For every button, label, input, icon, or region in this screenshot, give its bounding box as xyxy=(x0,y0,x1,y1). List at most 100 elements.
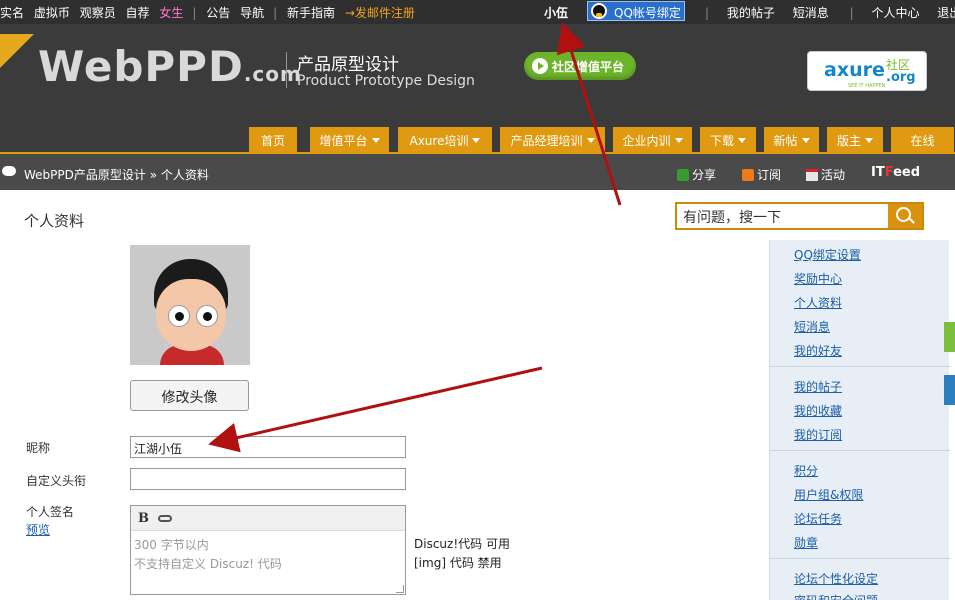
side-tab-blue[interactable] xyxy=(944,375,955,405)
nav-label: 企业内训 xyxy=(622,134,671,148)
itfeed-logo[interactable]: ITFeed xyxy=(871,165,920,180)
top-link-email-register[interactable]: →发邮件注册 xyxy=(345,6,415,20)
discuz-code-status: Discuz!代码 可用 xyxy=(414,537,510,551)
top-link-realname[interactable]: 实名 xyxy=(0,6,24,20)
nav-corporate-training[interactable]: 企业内训 xyxy=(613,127,693,152)
share-icon xyxy=(677,169,689,181)
nav-online[interactable]: 在线 xyxy=(891,127,955,152)
sidebar-item-usergroup[interactable]: 用户组&权限 xyxy=(794,486,863,503)
activity-button[interactable]: 活动 xyxy=(806,166,845,183)
personal-center-link[interactable]: 个人中心 xyxy=(871,6,919,20)
itfeed-it: IT xyxy=(871,165,885,180)
rss-icon xyxy=(742,169,754,181)
top-divider: | xyxy=(273,6,278,20)
top-divider: | xyxy=(705,6,710,20)
caret-down-icon xyxy=(801,138,810,143)
caret-down-icon xyxy=(674,138,683,143)
nav-moderators[interactable]: 版主 xyxy=(827,127,884,152)
nav-label: 版主 xyxy=(836,134,861,148)
nav-download[interactable]: 下载 xyxy=(700,127,757,152)
axure-slogan: SEE IT HAPPEN xyxy=(848,83,886,89)
search-box: 有问题，搜一下 xyxy=(675,202,924,230)
itfeed-rest: eed xyxy=(893,165,921,180)
top-link-recommend[interactable]: 自荐 xyxy=(126,6,150,20)
search-icon xyxy=(896,207,911,222)
sidebar-item-friends[interactable]: 我的好友 xyxy=(794,342,842,359)
link-icon[interactable] xyxy=(158,515,172,522)
share-button[interactable]: 分享 xyxy=(677,166,716,183)
logo-divider xyxy=(286,52,287,88)
nav-value-platform[interactable]: 增值平台 xyxy=(310,127,390,152)
change-avatar-button[interactable]: 修改头像 xyxy=(130,380,249,411)
nav-home[interactable]: 首页 xyxy=(249,127,298,152)
breadcrumb-bar: WebPPD产品原型设计 » 个人资料 分享 订阅 活动 ITFeed xyxy=(0,152,955,190)
nav-label: 首页 xyxy=(260,134,285,148)
community-value-platform-button[interactable]: 社区增值平台 xyxy=(524,52,636,80)
top-link-announcement[interactable]: 公告 xyxy=(206,6,230,20)
home-bubble-icon[interactable] xyxy=(2,166,16,176)
top-link-female[interactable]: 女生 xyxy=(159,6,183,20)
axure-org-label: .org xyxy=(886,70,916,85)
nav-axure-training[interactable]: Axure培训 xyxy=(398,127,493,152)
qq-bind-button[interactable]: QQ帐号绑定 xyxy=(587,1,685,21)
qq-bind-label: QQ帐号绑定 xyxy=(614,6,681,20)
sidebar-item-tasks[interactable]: 论坛任务 xyxy=(794,510,842,527)
signature-label: 个人签名 xyxy=(26,505,75,519)
top-link-virtual-coin[interactable]: 虚拟币 xyxy=(34,6,70,20)
itfeed-f: F xyxy=(884,165,894,180)
sidebar-item-medals[interactable]: 勋章 xyxy=(794,534,818,551)
nav-label: 新帖 xyxy=(773,134,798,148)
sidebar-item-password[interactable]: 密码和安全问题 xyxy=(794,592,878,600)
sidebar-item-rewards[interactable]: 奖励中心 xyxy=(794,270,842,287)
sidebar-item-messages[interactable]: 短消息 xyxy=(794,318,830,335)
avatar-eye xyxy=(168,305,190,327)
search-button[interactable] xyxy=(888,204,922,228)
side-tab-green[interactable] xyxy=(944,322,955,352)
calendar-icon xyxy=(806,169,818,181)
tagline-cn: 产品原型设计 xyxy=(297,55,399,75)
sidebar-item-subscriptions[interactable]: 我的订阅 xyxy=(794,426,842,443)
sidebar-item-qq-bind[interactable]: QQ绑定设置 xyxy=(794,246,861,263)
signature-editor[interactable]: B 300 字节以内 不支持自定义 Discuz! 代码 xyxy=(130,505,406,595)
username-link[interactable]: 小伍 xyxy=(544,4,568,21)
custom-title-field[interactable] xyxy=(130,468,406,490)
resize-grip-icon[interactable] xyxy=(396,585,404,593)
nav-label: 增值平台 xyxy=(319,134,368,148)
sidebar-item-profile[interactable]: 个人资料 xyxy=(794,294,842,311)
caret-down-icon xyxy=(586,138,595,143)
caret-down-icon xyxy=(472,138,481,143)
profile-main: 个人资料 有问题，搜一下 修改头像 昵称 江湖小伍 自定义头衔 个人签名 预览 … xyxy=(0,190,955,600)
avatar-eye xyxy=(196,305,218,327)
breadcrumb[interactable]: WebPPD产品原型设计 » 个人资料 xyxy=(24,166,209,183)
sidebar-item-points[interactable]: 积分 xyxy=(794,462,818,479)
site-logo[interactable]: WebPPD.com xyxy=(38,42,302,91)
nav-new-posts[interactable]: 新帖 xyxy=(764,127,820,152)
messages-link[interactable]: 短消息 xyxy=(793,6,829,20)
tagline-en: Product Prototype Design xyxy=(297,73,475,89)
sidebar-item-favorites[interactable]: 我的收藏 xyxy=(794,402,842,419)
editor-toolbar: B xyxy=(131,506,405,531)
axure-community-logo[interactable]: axure 社区 .org SEE IT HAPPEN xyxy=(807,51,927,91)
nav-pm-training[interactable]: 产品经理培训 xyxy=(500,127,606,152)
caret-down-icon xyxy=(738,138,746,143)
sidebar-item-my-posts[interactable]: 我的帖子 xyxy=(794,378,842,395)
top-link-observer[interactable]: 观察员 xyxy=(80,6,116,20)
sidebar-item-personalize[interactable]: 论坛个性化设定 xyxy=(794,570,878,587)
sidebar-divider xyxy=(770,366,950,367)
nickname-field[interactable]: 江湖小伍 xyxy=(130,436,406,458)
preview-link[interactable]: 预览 xyxy=(26,521,50,538)
nav-label: 在线 xyxy=(910,134,935,148)
caret-down-icon xyxy=(865,138,873,143)
logo-main: WebPPD xyxy=(38,42,244,91)
subscribe-button[interactable]: 订阅 xyxy=(742,166,781,183)
top-link-newbie-guide[interactable]: 新手指南 xyxy=(287,6,335,20)
logout-link[interactable]: 退出 xyxy=(937,6,955,20)
top-link-navigation[interactable]: 导航 xyxy=(240,6,264,20)
top-divider: | xyxy=(849,6,854,20)
bold-button[interactable]: B xyxy=(138,511,149,526)
custom-title-label: 自定义头衔 xyxy=(26,474,87,488)
my-posts-link[interactable]: 我的帖子 xyxy=(727,6,775,20)
nav-label: 下载 xyxy=(709,134,734,148)
top-left-links: 实名 虚拟币 观察员 自荐 女生 | 公告 导航 | 新手指南 →发邮件注册 xyxy=(0,4,421,21)
search-input[interactable]: 有问题，搜一下 xyxy=(677,204,888,228)
